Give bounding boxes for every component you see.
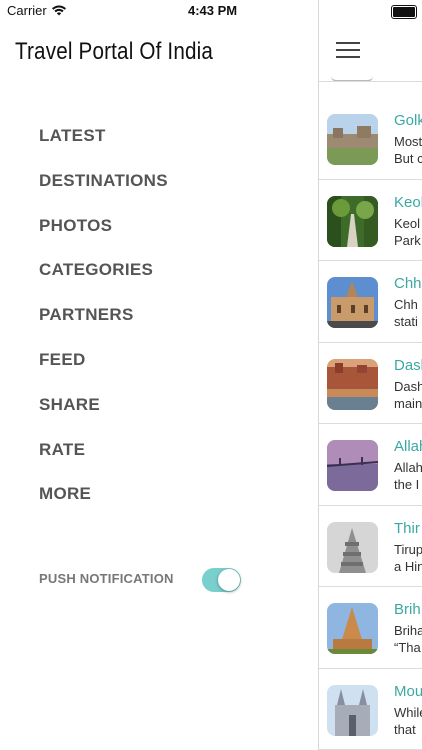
list-item[interactable]: Chh Chh stati	[319, 261, 422, 343]
hamburger-menu-icon[interactable]	[336, 40, 360, 60]
forest-path-photo	[327, 195, 378, 247]
toggle-knob	[218, 569, 240, 591]
item-description: Dash main	[394, 378, 422, 411]
fort-photo	[327, 114, 378, 165]
side-drawer: Carrier 4:43 PM Travel Portal Of India L…	[0, 0, 318, 750]
menu-item-latest[interactable]: LATEST	[39, 124, 168, 169]
item-description: Most But c	[394, 134, 422, 166]
list-item[interactable]: Golk Most But c	[319, 98, 422, 180]
item-title: Thir	[394, 519, 420, 537]
list-item[interactable]: Brih Briha “Tha	[319, 587, 422, 669]
push-notification-toggle[interactable]	[202, 568, 241, 592]
status-time: 4:43 PM	[188, 3, 238, 18]
list-item[interactable]: Mou Whilethat	[319, 669, 422, 750]
menu-item-more[interactable]: MORE	[39, 482, 168, 527]
menu-item-categories[interactable]: CATEGORIES	[39, 258, 168, 303]
menu-item-photos[interactable]: PHOTOS	[39, 214, 168, 259]
item-description: Keol Park	[394, 215, 421, 248]
item-description: Whilethat	[394, 704, 422, 737]
list-item[interactable]: Keol Keol Park	[319, 180, 422, 261]
push-notification-row: PUSH NOTIFICATION	[39, 567, 249, 593]
church-photo	[327, 684, 378, 736]
app-title: Travel Portal Of India	[15, 38, 214, 65]
item-description: Allah the I	[394, 460, 422, 492]
list-item[interactable]: Allah Allahthe I	[319, 424, 422, 506]
temple-tower-photo	[327, 521, 378, 573]
railway-station-photo	[327, 277, 378, 328]
river-bridge-photo	[327, 440, 378, 491]
item-title: Brih	[394, 601, 421, 618]
menu-item-rate[interactable]: RATE	[39, 438, 168, 483]
main-content-panel: Golk Most But c Keol Keol Park Chh Chh stat…	[318, 0, 422, 750]
item-title: Golk	[394, 112, 422, 129]
item-title: Chh	[394, 275, 422, 292]
item-description: Tirup a Hin	[394, 541, 422, 574]
ghats-photo	[327, 358, 378, 410]
item-title: Dash	[394, 356, 422, 374]
menu-item-partners[interactable]: PARTNERS	[39, 303, 168, 348]
item-title: Keol	[394, 193, 422, 211]
list-item[interactable]: Thir Tirup a Hin	[319, 506, 422, 587]
drawer-menu: LATEST DESTINATIONS PHOTOS CATEGORIES PA…	[39, 124, 168, 527]
destination-list: Golk Most But c Keol Keol Park Chh Chh stat…	[319, 98, 422, 750]
battery-icon	[391, 5, 417, 19]
status-bar: Carrier 4:43 PM	[0, 0, 318, 22]
temple-photo	[327, 603, 378, 654]
header-divider	[319, 81, 422, 82]
item-description: Chh stati	[394, 297, 418, 329]
menu-item-share[interactable]: SHARE	[39, 393, 168, 438]
menu-item-feed[interactable]: FEED	[39, 348, 168, 393]
carrier-label: Carrier	[7, 3, 47, 18]
item-title: Mou	[394, 682, 422, 700]
push-notification-label: PUSH NOTIFICATION	[39, 571, 174, 586]
item-description: Briha “Tha	[394, 623, 422, 655]
menu-item-destinations[interactable]: DESTINATIONS	[39, 169, 168, 214]
list-item[interactable]: Dash Dashmain	[319, 343, 422, 424]
wifi-icon	[52, 5, 66, 16]
item-title: Allah	[394, 438, 422, 455]
